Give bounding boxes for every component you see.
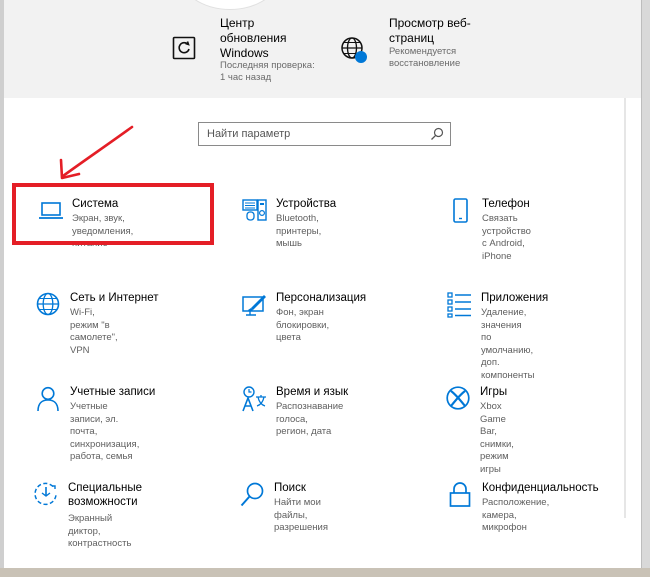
desktop-strip	[0, 568, 650, 577]
sync-icon	[172, 36, 196, 60]
tile-time-language-desc: Распознавание голоса, регион, дата	[276, 401, 344, 437]
window-border-right	[641, 0, 650, 577]
tile-apps-title: Приложения	[481, 292, 549, 304]
settings-search-input[interactable]: Найти параметр	[198, 122, 451, 146]
time-language-icon	[242, 386, 266, 412]
devices-icon	[242, 199, 267, 221]
magnifier-icon	[431, 127, 444, 140]
tile-privacy-title: Конфиденциальность	[482, 482, 599, 494]
globe-icon	[36, 292, 60, 316]
tile-search-desc: Найти мои файлы, разрешения	[274, 497, 328, 533]
tile-accessibility-title: Специальные возможности	[68, 482, 143, 508]
lock-icon	[449, 482, 471, 507]
phone-icon	[453, 198, 468, 223]
window-border-left	[0, 0, 4, 577]
highlight-box	[12, 183, 214, 245]
tile-accounts-desc: Учетные записи, эл. почта, синхронизация…	[70, 401, 140, 462]
tile-accessibility-desc: Экранный диктор, контрастность	[68, 513, 132, 549]
apps-icon	[447, 292, 471, 318]
update-subtitle: Последняя проверка: 1 час назад	[220, 60, 315, 83]
avatar[interactable]	[179, 0, 281, 10]
accessibility-icon	[34, 482, 57, 506]
personalization-icon	[242, 295, 266, 316]
update-title: Центр обновления Windows	[220, 16, 287, 60]
tile-apps-desc: Удаление, значения по умолчанию, доп. ко…	[481, 307, 535, 381]
search-icon	[240, 482, 264, 507]
tile-gaming-title: Игры	[480, 386, 508, 398]
browse-title: Просмотр веб- страниц	[389, 16, 471, 45]
browse-subtitle: Рекомендуется восстановление	[389, 46, 461, 69]
tile-phone-title: Телефон	[482, 198, 530, 210]
header-panel: Центр обновления Windows Последняя прове…	[4, 0, 641, 98]
xbox-icon	[446, 386, 470, 410]
scrollbar[interactable]	[624, 98, 626, 518]
tile-gaming-desc: Xbox Game Bar, снимки, режим игры	[480, 401, 514, 475]
tile-network-title: Сеть и Интернет	[70, 292, 159, 304]
tile-accounts-title: Учетные записи	[70, 386, 156, 398]
tile-devices-desc: Bluetooth, принтеры, мышь	[276, 213, 322, 249]
search-placeholder: Найти параметр	[207, 128, 291, 140]
tile-personalization-title: Персонализация	[276, 292, 367, 304]
tile-privacy-desc: Расположение, камера, микрофон	[482, 497, 550, 533]
tile-network-desc: Wi-Fi, режим "в самолете", VPN	[70, 307, 118, 356]
tile-time-language-title: Время и язык	[276, 386, 349, 398]
person-icon	[37, 386, 59, 412]
globe-warning-icon	[341, 37, 367, 63]
tile-personalization-desc: Фон, экран блокировки, цвета	[276, 307, 330, 343]
tile-phone-desc: Связать устройство с Android, iPhone	[482, 213, 531, 262]
tile-devices-title: Устройства	[276, 198, 337, 210]
tile-search-title: Поиск	[274, 482, 306, 494]
